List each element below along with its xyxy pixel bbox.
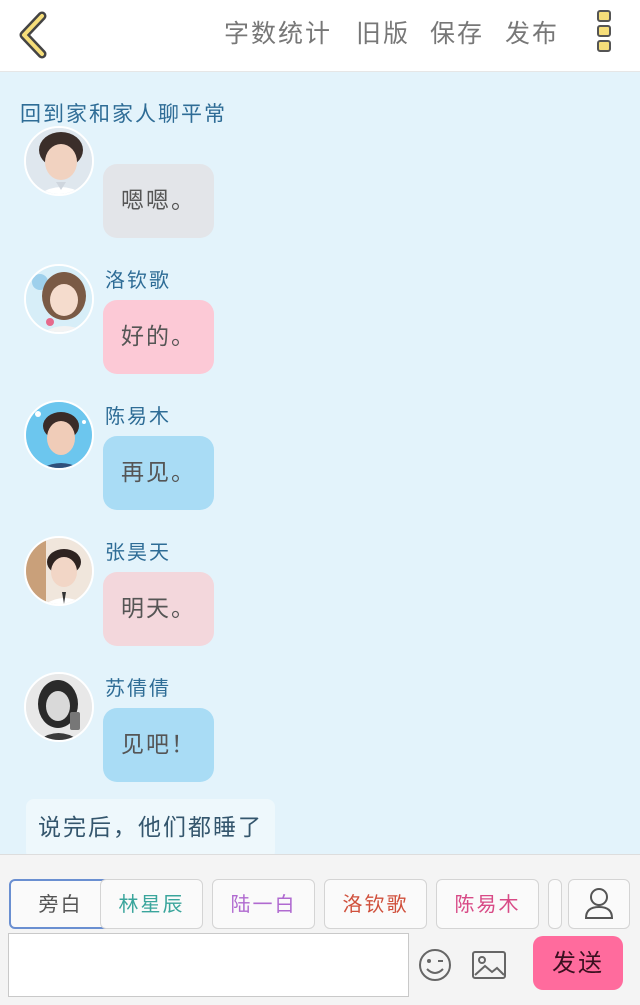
narration-bubble[interactable]: 说完后，他们都睡了	[26, 799, 275, 854]
top-bar: 字数统计 旧版 保存 发布	[0, 0, 640, 72]
message-bubble[interactable]: 见吧！	[103, 708, 214, 782]
avatar[interactable]	[24, 536, 94, 606]
bottom-panel: 旁白 林星辰 陆一白 洛钦歌 陈易木 发送	[0, 854, 640, 1005]
chapter-title: 回到家和家人聊平常	[20, 102, 227, 126]
kebab-menu-icon[interactable]	[594, 10, 614, 60]
message-input[interactable]	[8, 933, 409, 997]
publish-button[interactable]: 发布	[505, 14, 559, 54]
role-tab-narrator[interactable]: 旁白	[9, 879, 112, 929]
sender-name: 洛钦歌	[105, 268, 171, 292]
message-bubble[interactable]: 好的。	[103, 300, 214, 374]
person-icon[interactable]	[568, 879, 630, 929]
chat-area[interactable]: 回到家和家人聊平常 嗯嗯。 洛钦歌 好的。 陈易木 再见。 张昊天 明天。 苏倩…	[0, 72, 640, 854]
sender-name: 苏倩倩	[105, 676, 171, 700]
save-button[interactable]: 保存	[430, 14, 484, 54]
avatar[interactable]	[24, 672, 94, 742]
avatar[interactable]	[24, 126, 94, 196]
avatar[interactable]	[24, 264, 94, 334]
back-chevron-icon[interactable]	[14, 10, 54, 60]
send-button[interactable]: 发送	[533, 936, 623, 990]
old-version-button[interactable]: 旧版	[356, 14, 410, 54]
message-bubble[interactable]: 明天。	[103, 572, 214, 646]
role-tab[interactable]: 林星辰	[100, 879, 203, 929]
avatar[interactable]	[24, 400, 94, 470]
image-icon[interactable]	[470, 945, 508, 985]
role-tab[interactable]: 陆一白	[212, 879, 315, 929]
emoji-icon[interactable]	[416, 945, 454, 985]
word-count-button[interactable]: 字数统计	[224, 14, 332, 54]
message-bubble[interactable]: 嗯嗯。	[103, 164, 214, 238]
role-tab[interactable]: 洛钦歌	[324, 879, 427, 929]
sender-name: 张昊天	[105, 540, 171, 564]
role-tab[interactable]: 陈易木	[436, 879, 539, 929]
message-bubble[interactable]: 再见。	[103, 436, 214, 510]
role-tab-partial[interactable]	[548, 879, 562, 929]
sender-name: 陈易木	[105, 404, 171, 428]
